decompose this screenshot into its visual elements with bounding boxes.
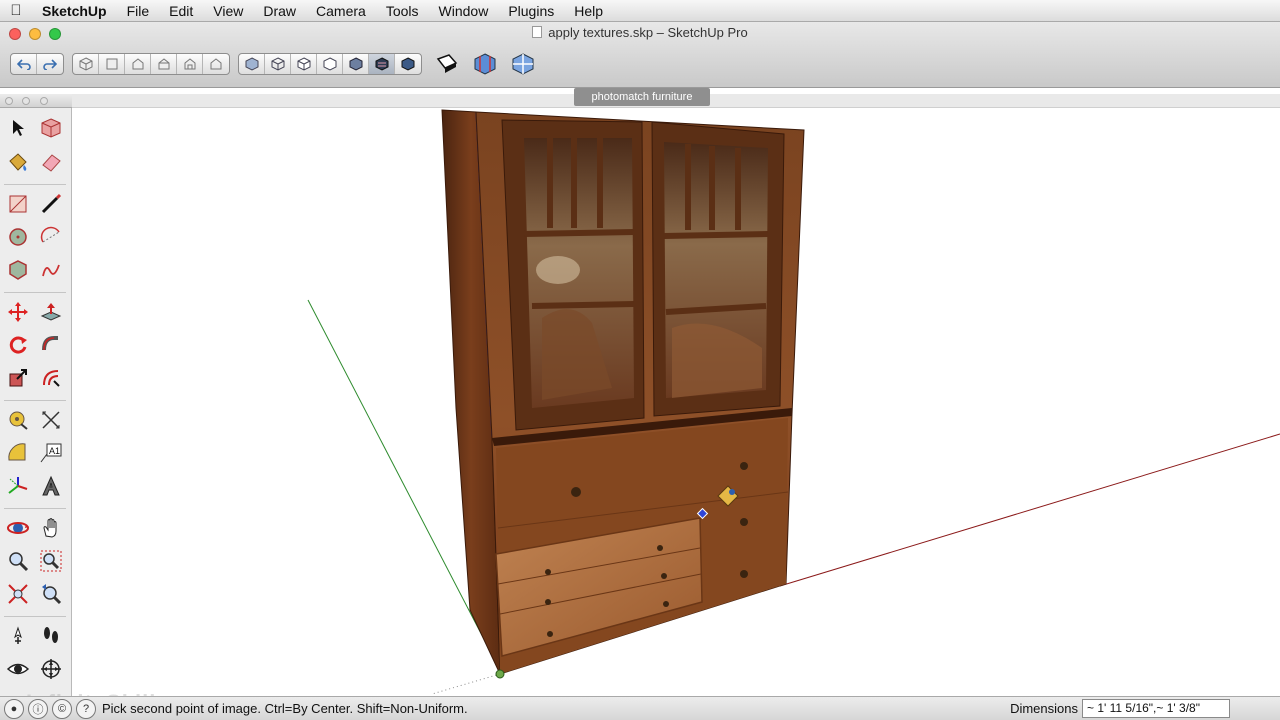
paint-bucket-icon[interactable] bbox=[4, 148, 32, 176]
toolbar-group-views bbox=[72, 53, 230, 75]
rotate-icon[interactable] bbox=[4, 331, 32, 359]
dimensions-input[interactable]: ~ 1' 11 5/16",~ 1' 3/8" bbox=[1082, 699, 1230, 718]
window-title-text: apply textures.skp – SketchUp Pro bbox=[548, 25, 748, 40]
user-account-icon[interactable]: © bbox=[52, 698, 72, 719]
palette-separator bbox=[4, 292, 66, 293]
shelf-object bbox=[536, 256, 580, 284]
select-icon[interactable] bbox=[4, 114, 32, 142]
zoom-icon[interactable] bbox=[4, 547, 32, 575]
redo-icon[interactable] bbox=[37, 54, 63, 74]
undo-icon[interactable] bbox=[11, 54, 37, 74]
menu-help[interactable]: Help bbox=[564, 0, 613, 22]
menu-plugins[interactable]: Plugins bbox=[498, 0, 564, 22]
menu-tools[interactable]: Tools bbox=[376, 0, 429, 22]
menu-edit[interactable]: Edit bbox=[159, 0, 203, 22]
section-display-icon[interactable] bbox=[506, 50, 540, 78]
3d-text-icon[interactable] bbox=[37, 472, 65, 500]
view-top-icon[interactable] bbox=[99, 54, 125, 74]
scene-tab-photomatch[interactable]: photomatch furniture bbox=[574, 88, 710, 106]
style-back-edges-icon[interactable] bbox=[395, 54, 421, 74]
status-bar: ● ⓘ © ? Pick second point of image. Ctrl… bbox=[0, 696, 1280, 720]
palette-separator bbox=[4, 184, 66, 185]
credits-icon[interactable]: ⓘ bbox=[28, 698, 48, 719]
section-plane-icon[interactable] bbox=[430, 50, 464, 78]
svg-text:A1: A1 bbox=[49, 446, 60, 456]
move-icon[interactable] bbox=[4, 298, 32, 326]
view-back-icon[interactable] bbox=[177, 54, 203, 74]
palette-separator bbox=[4, 400, 66, 401]
view-left-icon[interactable] bbox=[203, 54, 229, 74]
palette-close-button[interactable] bbox=[5, 97, 13, 105]
dimension-icon[interactable] bbox=[37, 406, 65, 434]
zoom-extents-icon[interactable] bbox=[4, 580, 32, 608]
origin-point bbox=[495, 669, 505, 679]
dimensions-label: Dimensions bbox=[1010, 701, 1078, 716]
palette-minimize-button[interactable] bbox=[22, 97, 30, 105]
walk-icon[interactable] bbox=[37, 622, 65, 650]
eraser-icon[interactable] bbox=[37, 148, 65, 176]
style-monochrome-icon[interactable] bbox=[369, 54, 395, 74]
inference-line bbox=[431, 673, 501, 695]
model-viewport[interactable] bbox=[72, 108, 1280, 696]
apple-icon[interactable]:  bbox=[0, 0, 32, 22]
follow-me-icon[interactable] bbox=[37, 331, 65, 359]
sketchup-window:  SketchUp File Edit View Draw Camera To… bbox=[0, 0, 1280, 720]
style-wireframe-icon[interactable] bbox=[265, 54, 291, 74]
text-icon[interactable]: A1 bbox=[37, 439, 65, 467]
help-icon[interactable]: ? bbox=[76, 698, 96, 719]
pan-icon[interactable] bbox=[37, 514, 65, 542]
zoom-window-icon[interactable] bbox=[37, 547, 65, 575]
offset-icon[interactable] bbox=[37, 364, 65, 392]
tape-measure-icon[interactable] bbox=[4, 406, 32, 434]
view-front-icon[interactable] bbox=[125, 54, 151, 74]
position-camera-icon[interactable] bbox=[4, 622, 32, 650]
status-message: Pick second point of image. Ctrl=By Cent… bbox=[102, 701, 468, 716]
tool-palette-header bbox=[0, 94, 72, 108]
menu-file[interactable]: File bbox=[117, 0, 160, 22]
menu-window[interactable]: Window bbox=[429, 0, 499, 22]
polygon-icon[interactable] bbox=[4, 256, 32, 284]
style-hidden-line-icon[interactable] bbox=[291, 54, 317, 74]
freehand-icon[interactable] bbox=[37, 256, 65, 284]
red-axis bbox=[779, 433, 1280, 587]
scale-icon[interactable] bbox=[4, 364, 32, 392]
toolbar-group-edit bbox=[10, 53, 64, 75]
window-title: apply textures.skp – SketchUp Pro bbox=[0, 25, 1280, 40]
style-shaded-icon[interactable] bbox=[317, 54, 343, 74]
protractor-icon[interactable] bbox=[4, 439, 32, 467]
make-component-icon[interactable] bbox=[37, 114, 65, 142]
menu-bar:  SketchUp File Edit View Draw Camera To… bbox=[0, 0, 1280, 22]
axes-icon[interactable] bbox=[4, 472, 32, 500]
style-xray-icon[interactable] bbox=[239, 54, 265, 74]
look-around-icon[interactable] bbox=[4, 655, 32, 683]
menu-app-name[interactable]: SketchUp bbox=[32, 0, 117, 22]
palette-separator bbox=[4, 616, 66, 617]
circle-icon[interactable] bbox=[4, 223, 32, 251]
style-shaded-texture-icon[interactable] bbox=[343, 54, 369, 74]
view-iso-icon[interactable] bbox=[73, 54, 99, 74]
tool-palette: A1 bbox=[0, 108, 72, 696]
orbit-icon[interactable] bbox=[4, 514, 32, 542]
section-plane-tool-icon[interactable] bbox=[37, 655, 65, 683]
palette-separator bbox=[4, 508, 66, 509]
section-cut-icon[interactable] bbox=[468, 50, 502, 78]
line-icon[interactable] bbox=[37, 190, 65, 218]
palette-zoom-button[interactable] bbox=[40, 97, 48, 105]
menu-camera[interactable]: Camera bbox=[306, 0, 376, 22]
view-right-icon[interactable] bbox=[151, 54, 177, 74]
geo-location-icon[interactable]: ● bbox=[4, 698, 24, 719]
main-toolbar bbox=[10, 50, 544, 78]
arc-icon[interactable] bbox=[37, 223, 65, 251]
toolbar-group-styles bbox=[238, 53, 422, 75]
menu-draw[interactable]: Draw bbox=[253, 0, 306, 22]
document-icon bbox=[532, 26, 543, 38]
rectangle-icon[interactable] bbox=[4, 190, 32, 218]
menu-view[interactable]: View bbox=[203, 0, 253, 22]
model-scene bbox=[307, 109, 1280, 695]
window-titlebar: apply textures.skp – SketchUp Pro bbox=[0, 22, 1280, 88]
previous-view-icon[interactable] bbox=[37, 580, 65, 608]
push-pull-icon[interactable] bbox=[37, 298, 65, 326]
